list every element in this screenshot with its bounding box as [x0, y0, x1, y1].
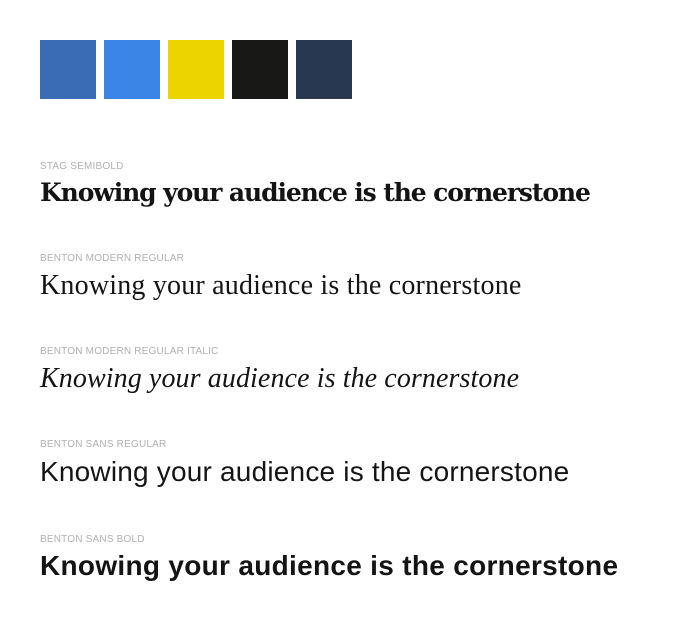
specimen-label: BENTON SANS REGULAR	[40, 439, 167, 450]
specimen-sample-text: Knowing your audience is the cornerstone	[40, 550, 619, 581]
type-specimen-benton-modern-italic: BENTON MODERN REGULAR ITALIC Knowing you…	[40, 346, 680, 397]
type-specimen-benton-sans-regular: BENTON SANS REGULAR Knowing your audienc…	[40, 439, 680, 490]
type-specimen-stag-semibold: STAG SEMIBOLD Knowing your audience is t…	[40, 161, 680, 211]
specimen-sample-text: Knowing your audience is the cornerstone	[40, 270, 522, 301]
specimen-label: BENTON MODERN REGULAR ITALIC	[40, 346, 219, 357]
specimen-sample-text: Knowing your audience is the cornerstone	[40, 363, 520, 394]
specimen-label: BENTON MODERN REGULAR	[40, 253, 185, 264]
bright-blue-swatch	[104, 40, 160, 99]
blue-swatch	[40, 40, 96, 99]
black-swatch	[232, 40, 288, 99]
type-specimen-benton-sans-bold: BENTON SANS BOLD Knowing your audience i…	[40, 534, 680, 584]
yellow-swatch	[168, 40, 224, 99]
type-specimen-benton-modern-regular: BENTON MODERN REGULAR Knowing your audie…	[40, 253, 680, 304]
specimen-label: STAG SEMIBOLD	[40, 161, 124, 172]
color-palette	[40, 40, 352, 99]
specimen-sample-text: Knowing your audience is the cornerstone	[40, 178, 591, 207]
navy-swatch	[296, 40, 352, 99]
specimen-label: BENTON SANS BOLD	[40, 534, 145, 545]
specimen-sample-text: Knowing your audience is the cornerstone	[40, 456, 570, 487]
